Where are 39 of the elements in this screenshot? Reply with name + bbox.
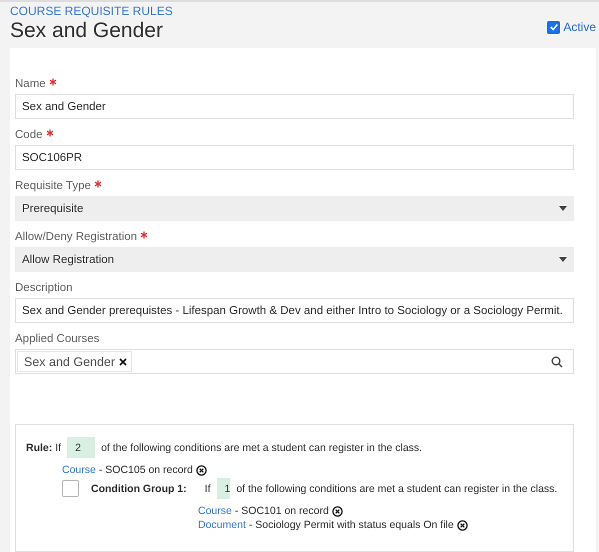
field-label: Requisite Type [15, 180, 91, 192]
condition-sentence: of the following conditions are met a student can register in the class. [236, 482, 558, 494]
field-label: Applied Courses [15, 333, 100, 345]
condition-sentence: of the following conditions are met a student can register in the class. [101, 442, 422, 454]
remove-icon[interactable] [456, 520, 468, 530]
condition-text: - Sociology Permit with status equals On file [248, 519, 454, 531]
remove-icon[interactable] [332, 506, 343, 516]
text-field[interactable]: Sex and Gender [15, 94, 574, 119]
condition-text: - SOC105 on record [98, 464, 193, 476]
page-title: Sex and Gender [10, 18, 164, 44]
active-checkbox[interactable] [547, 20, 560, 34]
condition-type-link[interactable]: Course [198, 505, 232, 517]
field-label: Code [15, 129, 42, 141]
condition-text: - SOC101 on record [234, 505, 329, 517]
field-label: Description [15, 282, 73, 294]
tag-field[interactable]: Sex and Gender [15, 349, 574, 374]
count-field[interactable]: 2 [67, 437, 96, 458]
if-text: If [204, 482, 210, 494]
count-field[interactable]: 1 [216, 478, 230, 499]
caret-icon [559, 257, 567, 262]
group-label: Condition Group 1: [91, 482, 187, 494]
if-text: If [55, 442, 62, 454]
select-field[interactable]: Prerequisite [15, 196, 574, 221]
close-icon[interactable] [119, 358, 128, 366]
condition-type-link[interactable]: Course [62, 464, 96, 476]
rule-label: Rule: [26, 442, 52, 454]
search-icon[interactable] [551, 356, 563, 368]
caret-icon [559, 206, 567, 211]
course-tag: Sex and Gender [17, 351, 132, 372]
active-label: Active [563, 20, 596, 34]
text-field[interactable]: Sex and Gender prerequistes - Lifespan Growth & Dev and either Intro to Sociology or a Sociology Permit. [15, 298, 574, 323]
select-field[interactable]: Allow Registration [15, 247, 574, 272]
text-field[interactable]: SOC106PR [15, 145, 574, 170]
group-checkbox[interactable] [62, 480, 79, 497]
remove-icon[interactable] [196, 464, 207, 476]
field-label: Allow/Deny Registration [15, 231, 138, 243]
field-label: Name [15, 78, 46, 90]
breadcrumb-link[interactable]: COURSE REQUISITE RULES [10, 4, 173, 18]
condition-type-link[interactable]: Document [198, 519, 246, 531]
